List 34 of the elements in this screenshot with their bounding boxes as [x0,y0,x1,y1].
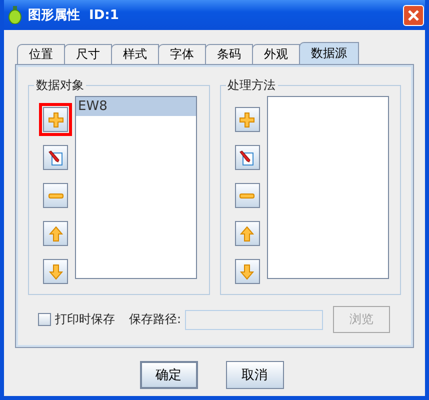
checkbox-label: 打印时保存 [55,311,115,328]
down-button[interactable] [43,259,68,284]
add-button[interactable] [39,103,72,136]
down-arrow-icon [48,264,63,280]
remove-button[interactable] [43,183,68,208]
window-title: 图形属性 ID:1 [28,7,120,24]
up-button[interactable] [43,221,68,246]
group-title: 数据对象 [34,78,86,92]
ok-button[interactable]: 确定 [140,361,198,389]
pencil-note-icon [48,150,62,165]
plus-icon [48,112,63,127]
pencil-note-icon [240,150,254,165]
group-title: 处理方法 [226,78,278,92]
close-button[interactable] [403,4,424,26]
down-button[interactable] [234,259,260,284]
add-button[interactable] [234,107,260,132]
cancel-button[interactable]: 取消 [226,361,284,389]
minus-icon [240,193,254,198]
up-arrow-icon [240,226,254,241]
down-arrow-icon [240,264,254,280]
checkbox[interactable] [38,313,51,326]
edit-button[interactable] [43,145,68,170]
plus-icon [240,112,254,127]
bulb-icon [8,6,22,24]
minus-icon [48,193,63,198]
edit-button[interactable] [234,145,260,170]
tab[interactable]: 位置 [17,44,65,64]
up-arrow-icon [48,226,63,241]
up-button[interactable] [234,221,260,246]
path-label: 保存路径: [129,311,182,328]
list-item[interactable]: EW8 [76,97,196,116]
remove-button[interactable] [234,183,260,208]
tab[interactable]: 数据源 [299,42,359,64]
close-icon [407,8,420,22]
